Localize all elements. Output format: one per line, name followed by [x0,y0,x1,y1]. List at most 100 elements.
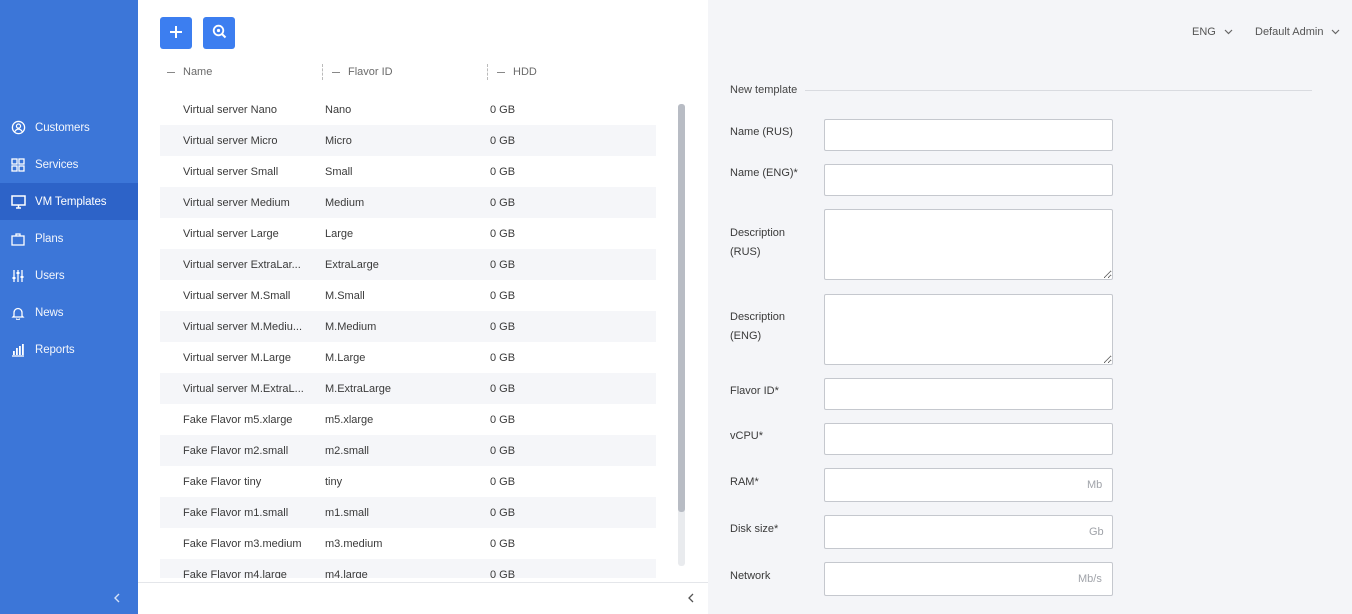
table-row[interactable]: Virtual server ExtraLar... ExtraLarge 0 GB [160,249,656,280]
description-eng-field[interactable] [824,294,1113,365]
sidebar-item-label: Services [35,158,79,171]
table-row[interactable]: Fake Flavor m1.small m1.small 0 GB [160,497,656,528]
scrollbar-thumb[interactable] [678,104,685,512]
name-eng-label: Name (ENG)* [730,167,798,179]
sort-indicator [497,71,505,73]
table-row[interactable]: Fake Flavor m4.large m4.large 0 GB [160,559,656,578]
section-divider [730,90,1312,91]
sidebar-item-label: VM Templates [35,195,107,208]
hdd-cell: 0 GB [490,444,516,457]
sidebar-item-label: News [35,306,64,319]
table-row[interactable]: Virtual server Nano Nano 0 GB [160,94,656,125]
sidebar-item-customers[interactable]: Customers [0,109,138,146]
column-label: HDD [513,66,537,78]
templates-table-body: Virtual server Nano Nano 0 GB Virtual serve… [160,94,656,578]
name-cell: Fake Flavor m5.xlarge [183,413,293,426]
name-cell: Virtual server M.Mediu... [183,320,303,333]
sort-indicator [332,71,340,73]
column-header-name[interactable]: Name [167,65,212,79]
table-row[interactable]: Fake Flavor m2.small m2.small 0 GB [160,435,656,466]
table-row[interactable]: Fake Flavor m5.xlarge m5.xlarge 0 GB [160,404,656,435]
flavor-id-cell: Nano [325,103,352,116]
bar-chart-icon [10,342,26,358]
chevron-left-icon [113,592,121,606]
name-rus-field[interactable] [824,119,1113,151]
templates-list-panel: Name Flavor ID HDD Virtual server Nano Na… [138,0,708,614]
flavor-id-cell: M.Large [325,351,366,364]
sidebar-item-label: Customers [35,121,90,134]
language-label: ENG [1192,26,1216,38]
disk-size-field[interactable] [824,515,1113,549]
hdd-cell: 0 GB [490,320,516,333]
sidebar-item-label: Reports [35,343,75,356]
hdd-cell: 0 GB [490,227,516,240]
grid-icon [10,157,26,173]
hdd-cell: 0 GB [490,196,516,209]
name-cell: Virtual server Micro [183,134,278,147]
hdd-cell: 0 GB [490,382,516,395]
add-template-button[interactable] [160,17,192,49]
column-label: Flavor ID [348,66,393,78]
language-selector[interactable]: ENG [1192,26,1233,38]
table-row[interactable]: Fake Flavor m3.medium m3.medium 0 GB [160,528,656,559]
description-rus-field[interactable] [824,209,1113,280]
name-eng-field[interactable] [824,164,1113,196]
ram-field[interactable] [824,468,1113,502]
plus-icon [169,25,183,42]
search-button[interactable] [203,17,235,49]
column-header-flavor-id[interactable]: Flavor ID [332,65,393,79]
ram-unit: Mb [1087,479,1103,491]
column-header-hdd[interactable]: HDD [497,65,537,79]
name-cell: Fake Flavor m2.small [183,444,289,457]
flavor-id-cell: tiny [325,475,343,488]
hdd-cell: 0 GB [490,289,516,302]
flavor-id-cell: Medium [325,196,365,209]
sidebar-item-services[interactable]: Services [0,146,138,183]
sidebar-item-plans[interactable]: Plans [0,220,138,257]
flavor-id-label: Flavor ID* [730,385,779,397]
network-field[interactable] [824,562,1113,596]
hdd-cell: 0 GB [490,165,516,178]
monitor-icon [10,194,26,210]
chevron-down-icon [1224,29,1233,35]
table-row[interactable]: Virtual server M.Mediu... M.Medium 0 GB [160,311,656,342]
name-cell: Virtual server M.Small [183,289,291,302]
table-row[interactable]: Virtual server M.ExtraL... M.ExtraLarge 0 … [160,373,656,404]
table-row[interactable]: Virtual server M.Small M.Small 0 GB [160,280,656,311]
sidebar-item-label: Plans [35,232,64,245]
flavor-id-cell: m1.small [325,506,370,519]
user-menu[interactable]: Default Admin [1255,26,1340,38]
flavor-id-cell: Micro [325,134,352,147]
sidebar-nav: Customers Services VM Templates Plans Us… [0,109,138,368]
description-rus-label: Description (RUS) [730,227,786,258]
collapse-panel-button[interactable] [682,590,700,608]
sidebar-item-news[interactable]: News [0,294,138,331]
hdd-cell: 0 GB [490,134,516,147]
name-cell: Virtual server Nano [183,103,277,116]
flavor-id-cell: m3.medium [325,537,383,550]
user-circle-icon [10,120,26,136]
table-row[interactable]: Fake Flavor tiny tiny 0 GB [160,466,656,497]
vcpu-field[interactable] [824,423,1113,455]
sidebar-item-reports[interactable]: Reports [0,331,138,368]
table-row[interactable]: Virtual server Small Small 0 GB [160,156,656,187]
flavor-id-field[interactable] [824,378,1113,410]
name-cell: Fake Flavor m3.medium [183,537,302,550]
table-row[interactable]: Virtual server Medium Medium 0 GB [160,187,656,218]
flavor-id-cell: M.Small [325,289,365,302]
flavor-id-cell: M.ExtraLarge [325,382,392,395]
flavor-id-cell: Small [325,165,353,178]
table-row[interactable]: Virtual server Large Large 0 GB [160,218,656,249]
name-cell: Virtual server Medium [183,196,290,209]
hdd-cell: 0 GB [490,506,516,519]
name-cell: Virtual server Small [183,165,279,178]
flavor-id-cell: M.Medium [325,320,377,333]
form-title: New template [730,84,806,96]
collapse-sidebar-button[interactable] [108,590,126,608]
name-cell: Fake Flavor m1.small [183,506,289,519]
sidebar-item-vm-templates[interactable]: VM Templates [0,183,138,220]
sidebar-item-users[interactable]: Users [0,257,138,294]
table-row[interactable]: Virtual server Micro Micro 0 GB [160,125,656,156]
name-cell: Fake Flavor m4.large [183,568,287,579]
table-row[interactable]: Virtual server M.Large M.Large 0 GB [160,342,656,373]
